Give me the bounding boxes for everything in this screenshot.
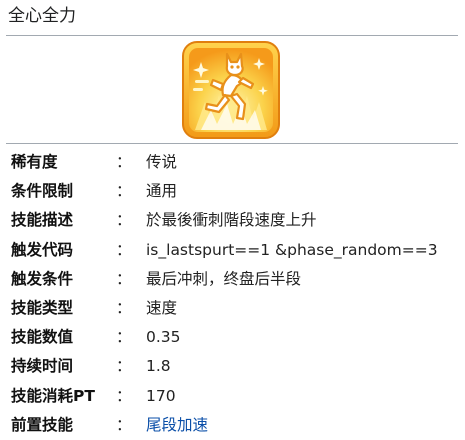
duration-label: 持续时间 [11, 357, 74, 376]
row-skill-type: 技能类型 ： 速度 [0, 294, 465, 323]
row-rarity: 稀有度 ： 传说 [0, 148, 465, 177]
rarity-value: 传说 [146, 153, 178, 171]
description-colon: ： [116, 211, 132, 230]
prerequisite-skill-link[interactable]: 尾段加速 [146, 411, 208, 440]
title-divider [6, 35, 458, 36]
trigger-condition-colon: ： [116, 269, 132, 288]
row-prerequisite: 前置技能 ： 尾段加速 [0, 411, 465, 440]
skill-icon [181, 40, 281, 140]
duration-colon: ： [116, 357, 132, 376]
row-condition-limit: 条件限制 ： 通用 [0, 177, 465, 206]
trigger-code-value: is_lastspurt==1 &phase_random==3 [146, 240, 438, 259]
row-skill-value: 技能数值 ： 0.35 [0, 323, 465, 352]
trigger-condition-label: 触发条件 [11, 269, 74, 288]
skill-cost-colon: ： [116, 386, 132, 405]
row-trigger-code: 触发代码 ： is_lastspurt==1 &phase_random==3 [0, 236, 465, 265]
icon-divider [6, 143, 458, 144]
rarity-colon: ： [116, 153, 132, 171]
row-trigger-condition: 触发条件 ： 最后冲刺，终盘后半段 [0, 265, 465, 294]
condition-limit-value: 通用 [146, 182, 178, 201]
row-description: 技能描述 ： 於最後衝刺階段速度上升 [0, 206, 465, 235]
skill-type-label: 技能类型 [11, 298, 74, 317]
row-skill-cost: 技能消耗PT ： 170 [0, 382, 465, 411]
skill-value-colon: ： [116, 328, 132, 347]
running-figure-icon [182, 41, 280, 139]
description-label: 技能描述 [11, 211, 74, 230]
rarity-label: 稀有度 [11, 153, 58, 171]
row-duration: 持续时间 ： 1.8 [0, 352, 465, 381]
skill-value-label: 技能数值 [11, 328, 74, 347]
skill-cost-label: 技能消耗PT [11, 386, 95, 405]
trigger-code-colon: ： [116, 240, 132, 259]
skill-type-value: 速度 [146, 298, 178, 317]
description-value: 於最後衝刺階段速度上升 [146, 211, 317, 230]
duration-value: 1.8 [146, 357, 171, 376]
prerequisite-label: 前置技能 [11, 415, 74, 434]
prerequisite-colon: ： [116, 415, 132, 434]
skill-cost-value: 170 [146, 386, 176, 405]
condition-limit-colon: ： [116, 182, 132, 201]
trigger-code-label: 触发代码 [11, 240, 74, 259]
trigger-condition-value: 最后冲刺，终盘后半段 [146, 269, 302, 288]
condition-limit-label: 条件限制 [11, 182, 74, 201]
skill-value-value: 0.35 [146, 328, 181, 347]
skill-type-colon: ： [116, 298, 132, 317]
skill-info-table: 稀有度 ： 传说 条件限制 ： 通用 技能描述 ： 於最後衝刺階段速度上升 触发… [0, 148, 465, 440]
page-title: 全心全力 [8, 6, 76, 26]
